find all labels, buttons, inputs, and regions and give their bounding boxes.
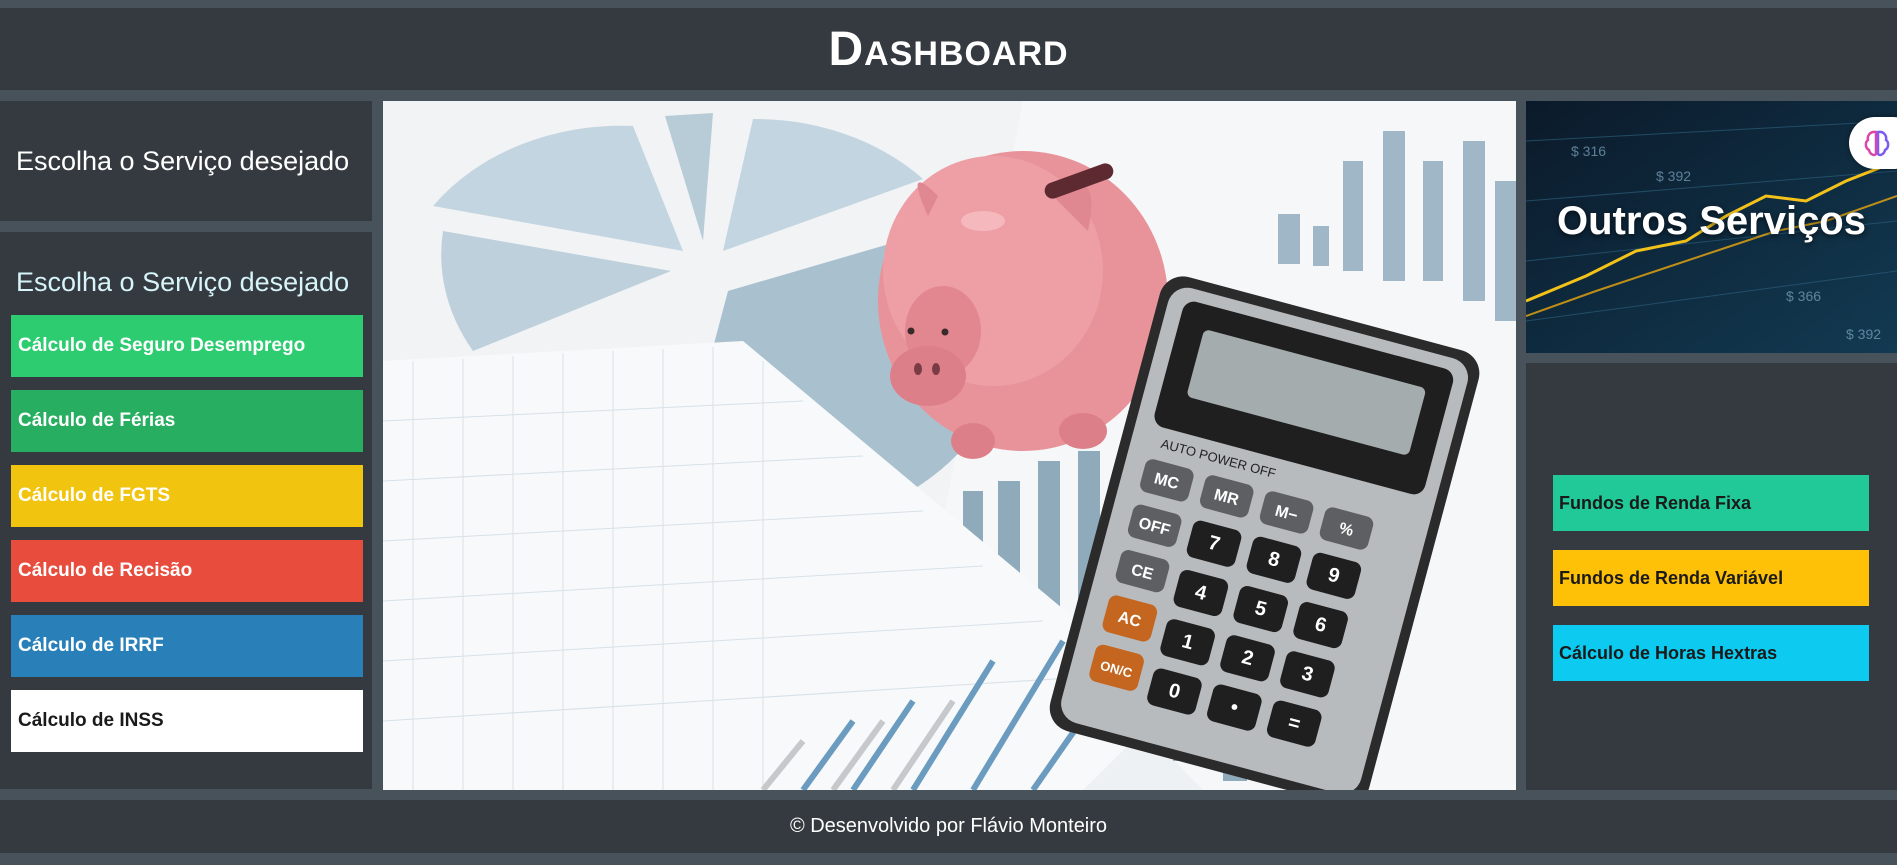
fgts-button[interactable]: Cálculo de FGTS <box>11 465 363 527</box>
outros-servicos-title: Outros Serviços <box>1556 199 1866 243</box>
svg-text:$ 366: $ 366 <box>1786 288 1821 304</box>
ferias-button[interactable]: Cálculo de Férias <box>11 390 363 452</box>
left-top-title: Escolha o Serviço desejado <box>16 145 350 176</box>
header-bar: Dashboard <box>0 8 1897 90</box>
brain-icon <box>1864 130 1890 157</box>
recisao-button[interactable]: Cálculo de Recisão <box>11 540 363 602</box>
service-menu: Escolha o Serviço desejado Cálculo de Se… <box>0 232 372 789</box>
brain-badge[interactable] <box>1849 117 1897 169</box>
renda-variavel-button[interactable]: Fundos de Renda Variável <box>1553 550 1869 606</box>
renda-fixa-button[interactable]: Fundos de Renda Fixa <box>1553 475 1869 531</box>
left-top-panel: Escolha o Serviço desejado <box>0 101 372 221</box>
finance-hero-image: AUTO POWER OFF MC MR M− % OFF CE AC ON/C… <box>383 101 1516 790</box>
other-services-menu: Fundos de Renda Fixa Fundos de Renda Var… <box>1526 363 1897 790</box>
footer-credit: © Desenvolvido por Flávio Monteiro <box>789 815 1108 837</box>
footer: © Desenvolvido por Flávio Monteiro <box>0 800 1897 853</box>
svg-text:$ 316: $ 316 <box>1571 143 1606 159</box>
irrf-button[interactable]: Cálculo de IRRF <box>11 615 363 677</box>
outros-servicos-banner: $ 316 $ 392 $ 366 $ 392 Outros Serviços <box>1526 101 1897 353</box>
inss-button[interactable]: Cálculo de INSS <box>11 690 363 752</box>
piggy-bank-calculator-illustration: AUTO POWER OFF MCMRM−% OFFCE ACON/C 789 … <box>383 101 1516 790</box>
seguro-desemprego-button[interactable]: Cálculo de Seguro Desemprego <box>11 315 363 377</box>
horas-extras-button[interactable]: Cálculo de Horas Hextras <box>1553 625 1869 681</box>
svg-text:$ 392: $ 392 <box>1846 326 1881 342</box>
service-menu-title: Escolha o Serviço desejado <box>16 267 350 297</box>
page-title: Dashboard <box>828 22 1069 76</box>
svg-text:$ 392: $ 392 <box>1656 168 1691 184</box>
